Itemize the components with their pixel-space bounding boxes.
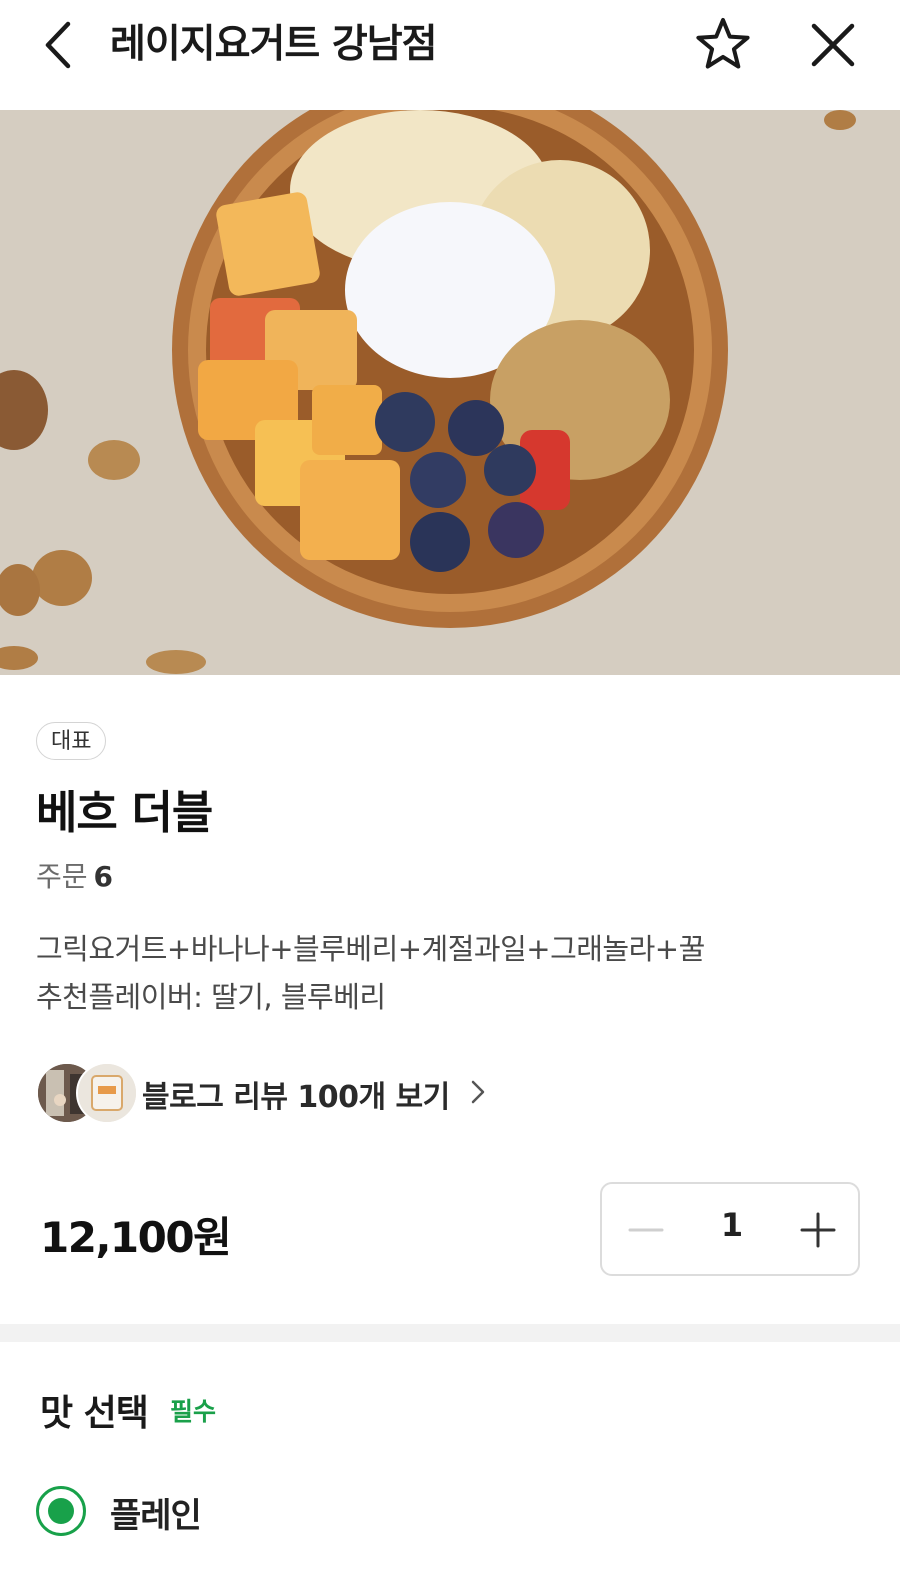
menu-description: 그릭요거트+바나나+블루베리+계절과일+그래놀라+꿀 추천플레이버: 딸기, 블… (36, 925, 705, 1021)
order-count-value: 6 (93, 860, 114, 893)
quantity-stepper: 1 (600, 1182, 860, 1276)
menu-name: 베흐 더블 (36, 786, 213, 839)
order-count-label: 주문 (36, 860, 88, 893)
increase-button[interactable] (798, 1208, 838, 1252)
section-divider (0, 1324, 900, 1342)
store-title: 레이지요거트 강남점 (110, 22, 437, 67)
plus-icon (800, 1212, 836, 1248)
required-badge: 필수 (170, 1397, 217, 1426)
back-button[interactable] (34, 18, 88, 72)
close-button[interactable] (806, 18, 860, 72)
quantity-value: 1 (720, 1206, 744, 1244)
radio-selected-icon[interactable] (36, 1486, 86, 1536)
favorite-button[interactable] (692, 14, 754, 76)
top-bar: 레이지요거트 강남점 (0, 0, 900, 110)
minus-icon (628, 1228, 664, 1232)
description-line: 추천플레이버: 딸기, 블루베리 (36, 980, 386, 1014)
order-count: 주문 6 (36, 855, 113, 895)
signature-badge: 대표 (36, 722, 107, 760)
blog-review-link[interactable]: 블로그 리뷰 100개 보기 (36, 1062, 536, 1126)
menu-price: 12,100원 (40, 1213, 232, 1262)
option-item[interactable]: 플레인 (36, 1484, 536, 1540)
decrease-button[interactable] (626, 1208, 666, 1252)
chevron-left-icon (45, 21, 71, 69)
food-photo (0, 110, 900, 675)
star-outline-icon (696, 18, 750, 69)
menu-photo-carousel[interactable]: 2 /3 (0, 110, 900, 675)
option-section-title: 맛 선택 (40, 1393, 149, 1434)
blog-review-label: 블로그 리뷰 100개 보기 (142, 1080, 450, 1115)
description-line: 그릭요거트+바나나+블루베리+계절과일+그래놀라+꿀 (36, 932, 705, 966)
option-label: 플레인 (110, 1496, 202, 1536)
close-icon (811, 23, 855, 67)
avatar-photo (78, 1064, 136, 1122)
review-avatar (76, 1062, 138, 1124)
chevron-right-icon (471, 1080, 485, 1104)
radio-dot (48, 1498, 74, 1524)
